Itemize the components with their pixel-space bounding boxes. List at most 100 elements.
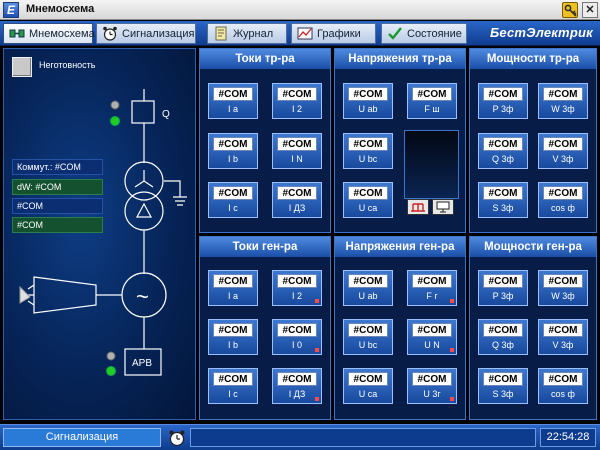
breaker-on-lamp [110, 116, 120, 126]
meter-gen-powers-2[interactable]: #COM Q 3ф [478, 319, 528, 355]
meter-tr-currents-4[interactable]: #COM I c [208, 182, 258, 218]
meter-gen-powers-1[interactable]: #COM W 3ф [538, 270, 588, 306]
meter-tr-voltages-1[interactable]: #COM F ш [407, 83, 457, 119]
info-field-3: #COM [12, 198, 103, 214]
message-field [190, 428, 536, 447]
meter-gen-currents-4[interactable]: #COM I c [208, 368, 258, 404]
close-button[interactable]: ✕ [582, 2, 598, 18]
meter-gen-currents-3[interactable]: #COM I 0 [272, 319, 322, 355]
breaker-q [131, 100, 155, 124]
meter-gen-currents-1[interactable]: #COM I 2 [272, 270, 322, 306]
alarm-clock-icon[interactable] [168, 429, 186, 447]
meter-value: #COM [543, 186, 583, 200]
meter-value: #COM [277, 372, 317, 386]
window-title: Мнемосхема [26, 3, 95, 15]
single-line-diagram: Q ~ АРВ [19, 89, 187, 376]
meter-value: #COM [543, 87, 583, 101]
tab-charts[interactable]: Графики [291, 23, 376, 44]
meter-label: V 3ф [552, 154, 574, 164]
tab-alarms[interactable]: Сигнализация [96, 23, 196, 44]
tab-journal[interactable]: Журнал [207, 23, 287, 44]
meter-tr-currents-5[interactable]: #COM I ДЗ [272, 182, 322, 218]
meter-label: U ab [358, 104, 378, 114]
tab-bar: Мнемосхема Сигнализация Журнал Графики С… [0, 21, 600, 46]
meter-value: #COM [412, 372, 452, 386]
meter-tr-currents-0[interactable]: #COM I a [208, 83, 258, 119]
meter-value: #COM [213, 323, 253, 337]
meter-gen-powers-4[interactable]: #COM S 3ф [478, 368, 528, 404]
meter-value: #COM [483, 323, 523, 337]
oscillogram-button[interactable] [407, 199, 429, 215]
meter-value: #COM [543, 274, 583, 288]
monitor-icon [436, 201, 450, 213]
meter-label: P 3ф [492, 291, 514, 301]
meter-tr-currents-3[interactable]: #COM I N [272, 133, 322, 169]
meter-value: #COM [483, 186, 523, 200]
meter-gen-voltages-1[interactable]: #COM F г [407, 270, 457, 306]
tab-label: Состояние [407, 28, 462, 40]
meter-gen-powers-0[interactable]: #COM P 3ф [478, 270, 528, 306]
meter-label: cos ф [551, 203, 575, 213]
key-icon[interactable] [562, 2, 578, 18]
group-title: Напряжения тр-ра [335, 49, 465, 69]
meter-label: I 2 [291, 291, 302, 301]
meter-gen-voltages-3[interactable]: #COM U N [407, 319, 457, 355]
meter-tr-currents-2[interactable]: #COM I b [208, 133, 258, 169]
meter-value: #COM [348, 186, 388, 200]
meter-label: I a [227, 104, 238, 114]
meter-gen-currents-5[interactable]: #COM I ДЗ [272, 368, 322, 404]
group-title: Мощности ген-ра [470, 237, 596, 257]
meter-gen-powers-5[interactable]: #COM cos ф [538, 368, 588, 404]
meter-gen-voltages-0[interactable]: #COM U ab [343, 270, 393, 306]
meter-value: #COM [277, 274, 317, 288]
meter-gen-currents-0[interactable]: #COM I a [208, 270, 258, 306]
meter-label: I ДЗ [288, 389, 306, 399]
meter-tr-voltages-3[interactable]: #COM U ca [343, 182, 393, 218]
tab-mnemoscheme[interactable]: Мнемосхема [3, 23, 95, 44]
meter-value: #COM [483, 274, 523, 288]
meter-label: F ш [424, 104, 440, 114]
meter-tr-powers-5[interactable]: #COM cos ф [538, 182, 588, 218]
meter-gen-voltages-5[interactable]: #COM U 3г [407, 368, 457, 404]
meter-label: I 2 [291, 104, 302, 114]
meter-gen-voltages-2[interactable]: #COM U bc [343, 319, 393, 355]
meter-value: #COM [348, 274, 388, 288]
alarm-button[interactable]: Сигнализация [3, 428, 161, 447]
meter-label: U ca [358, 389, 378, 399]
meter-tr-currents-1[interactable]: #COM I 2 [272, 83, 322, 119]
alarm-flag [315, 348, 319, 352]
meter-label: I 0 [291, 340, 302, 350]
meter-label: U ca [358, 203, 378, 213]
group-generator-voltages: Напряжения ген-ра #COM U ab #COM F г #COM U bc… [334, 236, 466, 420]
meter-tr-powers-3[interactable]: #COM V 3ф [538, 133, 588, 169]
meter-value: #COM [348, 137, 388, 151]
schema-icon [9, 29, 25, 38]
group-title: Токи тр-ра [200, 49, 330, 69]
turbine [33, 276, 97, 314]
clock-time: 22:54:28 [540, 428, 596, 447]
monitor-button[interactable] [432, 199, 454, 215]
meter-gen-voltages-4[interactable]: #COM U ca [343, 368, 393, 404]
meter-gen-currents-2[interactable]: #COM I b [208, 319, 258, 355]
meter-label: U ab [358, 291, 378, 301]
meter-tr-voltages-0[interactable]: #COM U ab [343, 83, 393, 119]
group-generator-currents: Токи ген-ра #COM I a #COM I 2 #COM I b #COM I 0 #… [199, 236, 331, 420]
meter-value: #COM [213, 274, 253, 288]
meter-tr-voltages-2[interactable]: #COM U bc [343, 133, 393, 169]
meter-value: #COM [543, 323, 583, 337]
meter-label: U N [424, 340, 440, 350]
meter-value: #COM [348, 323, 388, 337]
meter-gen-powers-3[interactable]: #COM V 3ф [538, 319, 588, 355]
meter-value: #COM [213, 137, 253, 151]
meter-label: I ДЗ [288, 203, 306, 213]
meter-label: I c [228, 389, 238, 399]
meter-tr-powers-0[interactable]: #COM P 3ф [478, 83, 528, 119]
meter-tr-powers-4[interactable]: #COM S 3ф [478, 182, 528, 218]
meter-tr-powers-2[interactable]: #COM Q 3ф [478, 133, 528, 169]
tab-label: Графики [317, 28, 361, 40]
meter-tr-powers-1[interactable]: #COM W 3ф [538, 83, 588, 119]
meter-label: P 3ф [492, 104, 514, 114]
tab-state[interactable]: Состояние [381, 23, 467, 44]
meter-label: W 3ф [551, 104, 575, 114]
generator-symbol: ~ [136, 284, 149, 309]
